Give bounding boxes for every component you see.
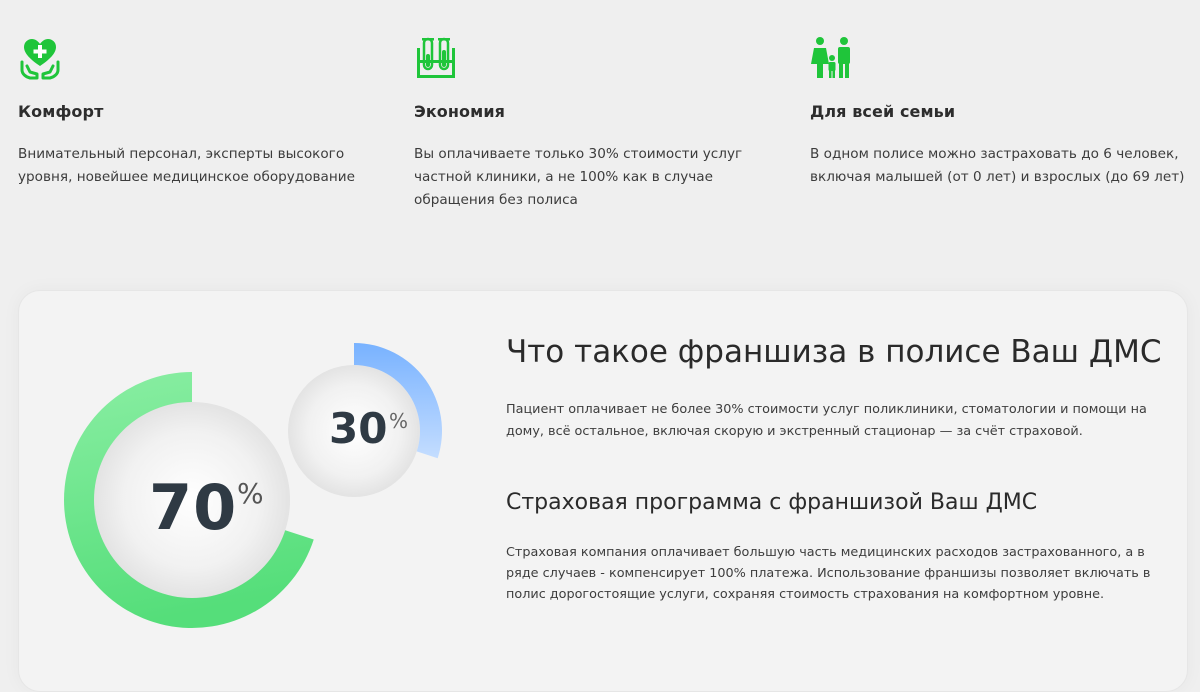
test-tubes-icon bbox=[414, 36, 458, 82]
feature-text: Внимательный персонал, эксперты высокого… bbox=[18, 146, 355, 185]
feature-title: Экономия bbox=[414, 102, 506, 121]
franchise-title: Что такое франшиза в полисе Ваш ДМС bbox=[506, 334, 1162, 370]
feature-economy: Экономия Вы оплачиваете только 30% стоим… bbox=[414, 36, 794, 212]
feature-text: В одном полисе можно застраховать до 6 ч… bbox=[810, 146, 1185, 185]
feature-title: Для всей семьи bbox=[810, 102, 956, 121]
small-percent-value: 30 bbox=[329, 404, 388, 453]
family-icon bbox=[810, 36, 854, 82]
franchise-rings: 70 % 30 % bbox=[19, 291, 499, 661]
big-percent-sign: % bbox=[237, 477, 264, 510]
heart-hands-icon bbox=[18, 36, 62, 82]
program-paragraph: Страховая компания оплачивает большую ча… bbox=[506, 545, 1151, 602]
small-percent-sign: % bbox=[389, 409, 409, 433]
feature-comfort: Комфорт Внимательный персонал, эксперты … bbox=[18, 36, 398, 189]
percent-rings-graphic bbox=[64, 343, 442, 628]
program-subtitle: Страховая программа с франшизой Ваш ДМС bbox=[506, 490, 1038, 515]
feature-family: Для всей семьи В одном полисе можно заст… bbox=[810, 36, 1190, 189]
features-row: Комфорт Внимательный персонал, эксперты … bbox=[0, 0, 1200, 240]
feature-text: Вы оплачиваете только 30% стоимости услу… bbox=[414, 146, 743, 208]
franchise-card: 70 % 30 % Что такое франшиза в полисе Ва… bbox=[18, 290, 1188, 692]
franchise-text: Что такое франшиза в полисе Ваш ДМС Паци… bbox=[506, 331, 1166, 605]
feature-title: Комфорт bbox=[18, 102, 104, 121]
franchise-paragraph: Пациент оплачивает не более 30% стоимост… bbox=[506, 402, 1147, 439]
big-percent-value: 70 bbox=[149, 471, 238, 544]
